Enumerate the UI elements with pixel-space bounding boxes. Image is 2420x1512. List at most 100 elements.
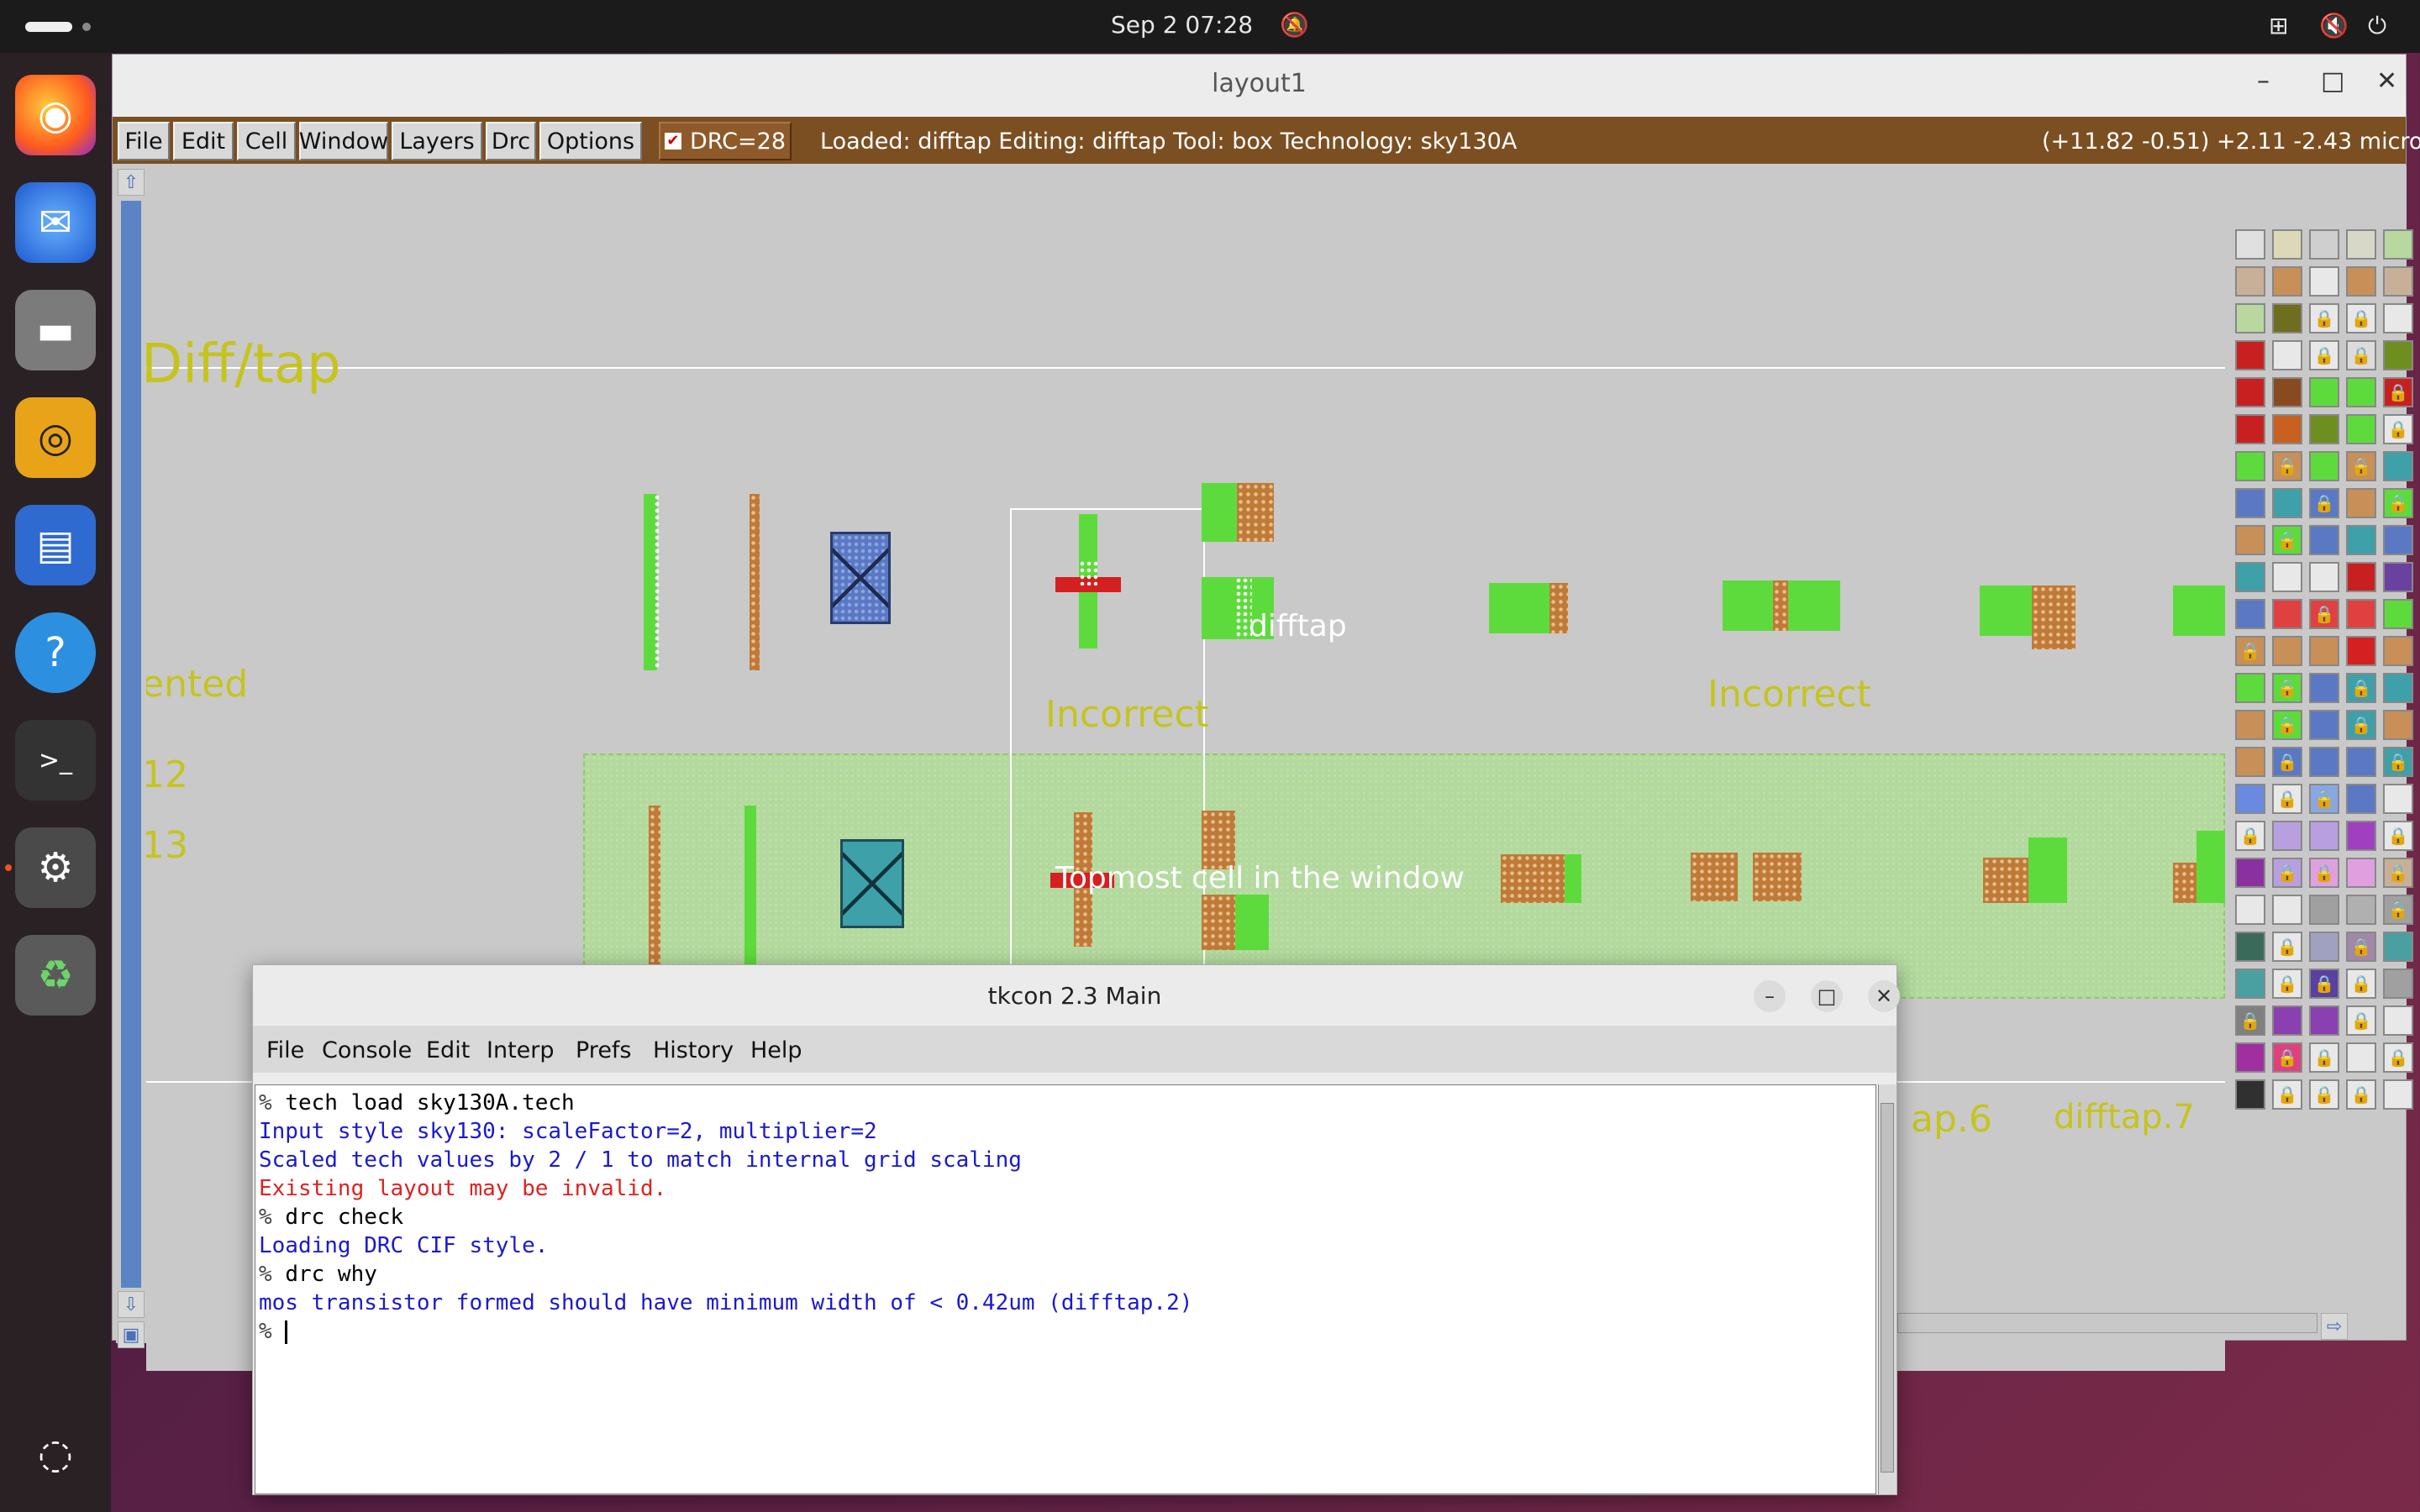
layer-swatch[interactable] — [2235, 562, 2265, 592]
tap-shape[interactable] — [1983, 858, 2028, 903]
layer-swatch-locked[interactable]: 🔒 — [2346, 340, 2376, 370]
layer-swatch-locked[interactable]: 🔒 — [2235, 821, 2265, 851]
layer-swatch[interactable] — [2272, 414, 2302, 444]
layer-swatch-locked[interactable]: 🔒 — [2272, 525, 2302, 555]
layer-swatch[interactable] — [2309, 377, 2339, 407]
layer-swatch-locked[interactable]: 🔒 — [2383, 1042, 2413, 1073]
maximize-icon[interactable]: □ — [1811, 980, 1843, 1012]
layer-swatch[interactable] — [2346, 414, 2376, 444]
tk-menu-edit[interactable]: Edit — [426, 1037, 470, 1063]
layer-swatch[interactable] — [2272, 303, 2302, 333]
layer-swatch-locked[interactable]: 🔒 — [2235, 1005, 2265, 1036]
tap-shape[interactable] — [1549, 583, 1568, 633]
layer-swatch[interactable] — [2346, 784, 2376, 814]
layer-swatch-locked[interactable]: 🔒 — [2272, 747, 2302, 777]
layer-swatch-locked[interactable]: 🔒 — [2383, 747, 2413, 777]
layer-swatch[interactable] — [2235, 488, 2265, 518]
layer-swatch[interactable] — [2346, 525, 2376, 555]
minimize-icon[interactable]: – — [1754, 980, 1786, 1012]
layer-swatch[interactable] — [2235, 525, 2265, 555]
tk-menu-file[interactable]: File — [266, 1037, 304, 1063]
menu-window[interactable]: Window — [299, 122, 388, 160]
layer-swatch[interactable] — [2309, 229, 2339, 260]
layer-swatch[interactable] — [2383, 1005, 2413, 1036]
layer-swatch[interactable] — [2235, 229, 2265, 260]
layer-swatch[interactable] — [2272, 229, 2302, 260]
layer-swatch-locked[interactable]: 🔒 — [2272, 1042, 2302, 1073]
layer-swatch-locked[interactable]: 🔒 — [2346, 1005, 2376, 1036]
layer-swatch[interactable] — [2235, 414, 2265, 444]
network-icon[interactable]: ⊞ — [2269, 12, 2288, 39]
diff-shape[interactable] — [2196, 831, 2225, 903]
layer-swatch[interactable] — [2309, 414, 2339, 444]
tap-strip[interactable] — [649, 806, 660, 969]
layer-swatch[interactable] — [2235, 858, 2265, 888]
layer-swatch[interactable] — [2272, 1005, 2302, 1036]
layer-swatch[interactable] — [2346, 488, 2376, 518]
via-cell[interactable] — [840, 839, 904, 928]
layer-swatch[interactable] — [2383, 969, 2413, 999]
layer-swatch[interactable] — [2383, 1079, 2413, 1110]
layer-swatch[interactable] — [2346, 1042, 2376, 1073]
diff-shape[interactable] — [1723, 580, 1773, 631]
layer-swatch[interactable] — [2346, 562, 2376, 592]
tap-shape[interactable] — [1501, 854, 1565, 903]
layer-swatch[interactable] — [2309, 932, 2339, 962]
layer-swatch[interactable] — [2309, 1005, 2339, 1036]
tk-menu-prefs[interactable]: Prefs — [576, 1037, 632, 1063]
tap-shape[interactable] — [1773, 580, 1788, 631]
layer-swatch[interactable] — [2346, 377, 2376, 407]
layer-swatch[interactable] — [2383, 932, 2413, 962]
layer-swatch[interactable] — [2383, 229, 2413, 260]
layer-swatch-locked[interactable]: 🔒 — [2346, 451, 2376, 481]
tap-shape[interactable] — [1237, 483, 1274, 542]
layer-swatch[interactable] — [2272, 377, 2302, 407]
layer-swatch[interactable] — [2383, 562, 2413, 592]
diff-shape[interactable] — [2028, 837, 2067, 903]
layout-window-titlebar[interactable]: layout1 – □ ✕ — [113, 55, 2406, 117]
layer-swatch-locked[interactable]: 🔒 — [2346, 710, 2376, 740]
menu-file[interactable]: File — [118, 122, 170, 160]
diff-shape[interactable] — [1235, 895, 1269, 950]
layer-swatch[interactable] — [2383, 303, 2413, 333]
horizontal-scrollbar[interactable]: ⇨ — [1897, 1305, 2351, 1340]
minimize-icon[interactable]: – — [2257, 66, 2270, 96]
diff-shape[interactable] — [1980, 585, 2032, 636]
layer-swatch-locked[interactable]: 🔒 — [2383, 414, 2413, 444]
layer-swatch-locked[interactable]: 🔒 — [2272, 710, 2302, 740]
layer-swatch[interactable] — [2272, 266, 2302, 297]
power-icon[interactable]: ⏻ — [2368, 12, 2386, 40]
layer-swatch[interactable] — [2272, 562, 2302, 592]
layer-swatch[interactable] — [2309, 747, 2339, 777]
layer-swatch-locked[interactable]: 🔒 — [2309, 1079, 2339, 1110]
close-icon[interactable]: ✕ — [1868, 980, 1900, 1012]
layer-swatch-locked[interactable]: 🔒 — [2346, 303, 2376, 333]
scroll-down-icon[interactable]: ⇩ — [118, 1291, 145, 1318]
layer-swatch[interactable] — [2235, 1079, 2265, 1110]
layer-swatch[interactable] — [2346, 266, 2376, 297]
layer-swatch-locked[interactable]: 🔒 — [2383, 488, 2413, 518]
layer-swatch-locked[interactable]: 🔒 — [2383, 858, 2413, 888]
layer-swatch[interactable] — [2272, 895, 2302, 925]
diff-strip[interactable] — [744, 806, 756, 969]
layer-swatch-locked[interactable]: 🔒 — [2309, 784, 2339, 814]
clock[interactable]: Sep 2 07:28 🔕 — [0, 11, 2420, 39]
layer-swatch[interactable] — [2309, 451, 2339, 481]
layer-swatch-locked[interactable]: 🔒 — [2383, 377, 2413, 407]
layer-swatch[interactable] — [2235, 599, 2265, 629]
layer-swatch[interactable] — [2235, 266, 2265, 297]
layer-swatch[interactable] — [2346, 636, 2376, 666]
layer-swatch[interactable] — [2309, 821, 2339, 851]
layer-swatch[interactable] — [2309, 673, 2339, 703]
layer-swatch[interactable] — [2235, 451, 2265, 481]
layer-swatch-locked[interactable]: 🔒 — [2309, 488, 2339, 518]
layer-swatch-locked[interactable]: 🔒 — [2309, 599, 2339, 629]
layer-swatch-locked[interactable]: 🔒 — [2346, 969, 2376, 999]
tap-shape[interactable] — [1202, 895, 1235, 950]
diff-shape[interactable] — [2173, 585, 2225, 636]
layer-swatch[interactable] — [2383, 451, 2413, 481]
menu-drc[interactable]: Drc — [486, 122, 536, 160]
scroll-up-icon[interactable]: ⇧ — [118, 169, 145, 196]
layer-swatch-locked[interactable]: 🔒 — [2272, 858, 2302, 888]
layer-swatch[interactable] — [2346, 821, 2376, 851]
